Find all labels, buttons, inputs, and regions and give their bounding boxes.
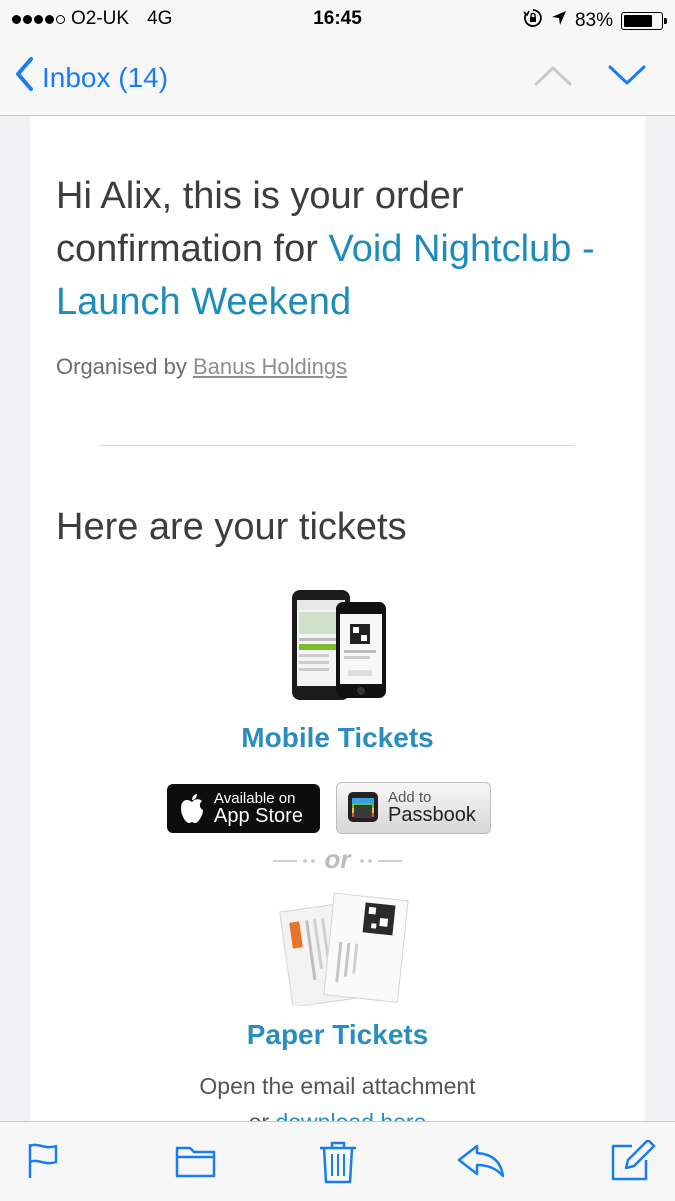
chevron-left-icon: [14, 56, 34, 99]
bottom-toolbar: [0, 1121, 675, 1201]
location-arrow-icon: [551, 10, 567, 32]
organised-by-label: Organised by: [56, 354, 193, 379]
passbook-big-label: Passbook: [388, 804, 476, 826]
paper-tickets-description: Open the email attachment or download he…: [30, 1068, 645, 1121]
trash-icon: [320, 1141, 356, 1184]
paper-tickets-image: [265, 886, 415, 1008]
back-to-inbox-button[interactable]: Inbox (14): [14, 56, 168, 99]
organiser-line: Organised by Banus Holdings: [56, 354, 347, 380]
or-separator: or: [30, 844, 645, 875]
compose-button[interactable]: [610, 1138, 656, 1187]
or-label: or: [324, 844, 351, 874]
download-here-link[interactable]: download here: [275, 1109, 426, 1121]
reply-button[interactable]: [455, 1140, 505, 1185]
delete-button[interactable]: [318, 1140, 358, 1189]
battery-icon: [621, 12, 667, 30]
folder-icon: [175, 1146, 216, 1178]
compose-icon: [611, 1138, 656, 1181]
app-store-button[interactable]: Available on App Store: [167, 784, 320, 833]
nav-bar: Inbox (14): [0, 38, 675, 116]
battery-percent: 83%: [574, 10, 613, 31]
chevron-down-icon: [608, 65, 646, 85]
mobile-phones-image: [290, 586, 390, 704]
email-greeting: Hi Alix, this is your order confirmation…: [56, 170, 626, 329]
apple-icon: [179, 792, 205, 829]
divider: [100, 445, 574, 446]
paper-line-2-prefix: or: [249, 1109, 276, 1121]
reply-icon: [457, 1144, 505, 1178]
passbook-icon: [348, 792, 378, 822]
battery-fill: [624, 15, 653, 27]
paper-line-2: or download here: [30, 1104, 645, 1121]
paper-tickets-title: Paper Tickets: [246, 1019, 429, 1050]
app-store-big-label: App Store: [214, 805, 303, 827]
mobile-tickets-title: Mobile Tickets: [241, 722, 434, 753]
status-bar: O2-UK 4G 16:45 83%: [0, 0, 675, 38]
status-right: 83%: [523, 8, 667, 34]
tickets-heading: Here are your tickets: [56, 506, 407, 548]
add-to-passbook-button[interactable]: Add to Passbook: [336, 782, 491, 834]
move-to-folder-button[interactable]: [175, 1140, 217, 1185]
paper-line-1: Open the email attachment: [199, 1073, 476, 1099]
email-body: Hi Alix, this is your order confirmation…: [30, 116, 645, 1121]
organiser-link[interactable]: Banus Holdings: [193, 354, 347, 379]
previous-message-button[interactable]: [533, 60, 573, 95]
rotation-lock-icon: [523, 8, 543, 34]
chevron-up-icon: [534, 66, 572, 86]
back-label: Inbox (14): [42, 61, 169, 93]
next-message-button[interactable]: [607, 60, 647, 95]
flag-icon: [28, 1143, 58, 1178]
flag-button[interactable]: [26, 1140, 60, 1185]
